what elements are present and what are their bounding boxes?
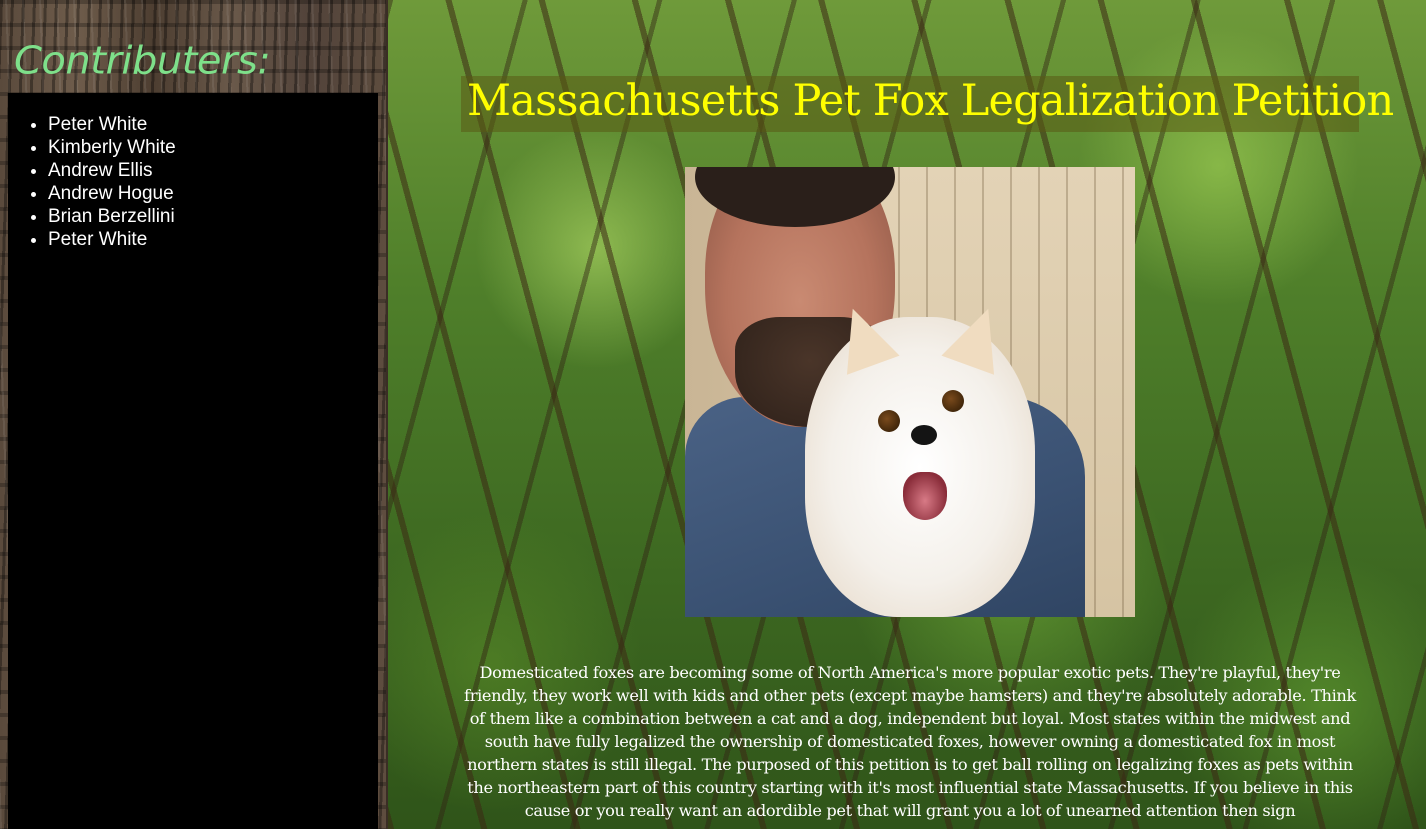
list-item: Andrew Hogue [48,182,378,205]
fox-eye-left [878,410,900,432]
hero-photo [685,167,1135,617]
list-item: Andrew Ellis [48,159,378,182]
contributors-panel: Peter White Kimberly White Andrew Ellis … [8,93,378,829]
contributors-list: Peter White Kimberly White Andrew Ellis … [8,93,378,251]
list-item: Kimberly White [48,136,378,159]
fox-eye-right [942,390,964,412]
sidebar-title: Contributers: [14,39,271,83]
main-content: Massachusetts Pet Fox Legalization Petit… [388,0,1426,829]
list-item: Brian Berzellini [48,205,378,228]
contributors-sidebar: Contributers: Peter White Kimberly White… [0,0,388,829]
list-item: Peter White [48,228,378,251]
fox-mouth [903,472,947,520]
petition-description: Domesticated foxes are becoming some of … [464,663,1356,820]
photo-fox-body [805,317,1035,617]
list-item: Peter White [48,113,378,136]
page: Contributers: Peter White Kimberly White… [0,0,1426,829]
page-title: Massachusetts Pet Fox Legalization Petit… [467,76,1394,126]
fox-nose [911,425,937,445]
